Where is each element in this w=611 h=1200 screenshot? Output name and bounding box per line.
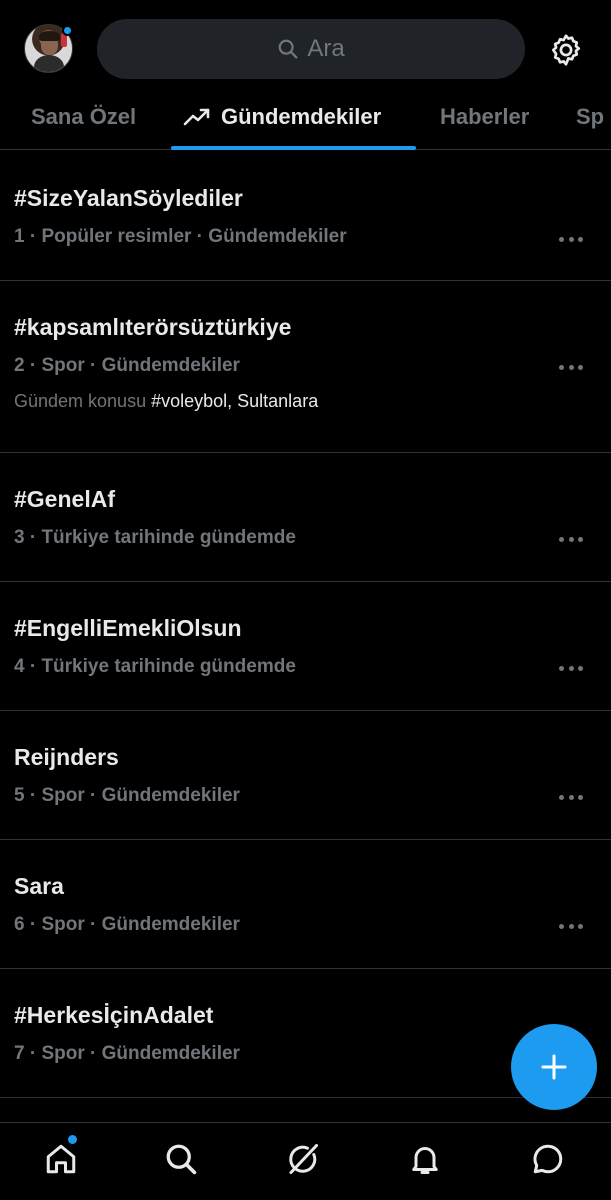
trend-item[interactable]: Sara 6 · Spor · Gündemdekiler [0,840,611,969]
trend-title: #GenelAf [14,486,115,512]
home-icon[interactable] [43,1141,79,1177]
trend-context-topics: #voleybol, Sultanlara [151,391,319,411]
more-horizontal-icon[interactable] [559,922,583,930]
home-notification-dot [68,1135,77,1144]
trend-item[interactable]: Reijnders 5 · Spor · Gündemdekiler [0,711,611,840]
compose-button[interactable] [511,1024,597,1110]
tab-sports[interactable]: Sp [576,104,604,130]
trend-context-prefix: Gündem konusu [14,391,152,411]
search-placeholder: Ara [307,35,345,62]
trend-meta: 1 · Popüler resimler · Gündemdekiler [14,226,347,247]
trend-meta: 6 · Spor · Gündemdekiler [14,914,240,935]
grok-icon[interactable] [285,1141,321,1177]
more-horizontal-icon[interactable] [559,535,583,543]
tab-bar: Sana Özel Gündemdekiler Haberler Sp [0,100,611,150]
gear-icon[interactable] [548,32,584,68]
trend-meta: 5 · Spor · Gündemdekiler [14,785,240,806]
tab-label: Gündemdekiler [221,104,382,129]
tab-trending[interactable]: Gündemdekiler [183,104,381,130]
trend-title: #kapsamlıterörsüztürkiye [14,314,292,340]
trending-up-icon [183,108,210,126]
trend-title: #EngelliEmekliOlsun [14,615,242,641]
avatar-notification-dot [62,25,73,36]
trend-item[interactable]: #SizeYalanSöylediler 1 · Popüler resimle… [0,151,611,281]
trend-title: #SizeYalanSöylediler [14,185,243,211]
messages-icon[interactable] [530,1141,566,1177]
more-horizontal-icon[interactable] [559,363,583,371]
trend-item[interactable]: #GenelAf 3 · Türkiye tarihinde gündemde [0,453,611,582]
search-icon[interactable] [163,1141,199,1177]
trend-title: Sara [14,873,64,899]
tab-label: Haberler [440,104,530,129]
tab-label: Sp [576,104,605,129]
trend-context: Gündem konusu #voleybol, Sultanlara [14,391,597,412]
active-tab-indicator [171,146,416,150]
trend-meta: 4 · Türkiye tarihinde gündemde [14,656,296,677]
trend-item[interactable]: #kapsamlıterörsüztürkiye 2 · Spor · Günd… [0,281,611,453]
tab-for-you[interactable]: Sana Özel [31,104,136,130]
trend-item[interactable]: #EngelliEmekliOlsun 4 · Türkiye tarihind… [0,582,611,711]
plus-icon [541,1054,567,1080]
bell-icon[interactable] [407,1141,443,1177]
tab-label: Sana Özel [31,104,137,129]
trend-list: #SizeYalanSöylediler 1 · Popüler resimle… [0,151,611,1098]
more-horizontal-icon[interactable] [559,235,583,243]
search-icon [278,39,298,59]
trend-meta: 2 · Spor · Gündemdekiler [14,355,240,376]
top-bar: Ara [0,0,611,100]
more-horizontal-icon[interactable] [559,664,583,672]
trend-meta: 7 · Spor · Gündemdekiler [14,1043,240,1064]
bottom-nav [0,1122,611,1200]
trend-meta: 3 · Türkiye tarihinde gündemde [14,527,296,548]
tab-news[interactable]: Haberler [440,104,529,130]
more-horizontal-icon[interactable] [559,793,583,801]
trend-title: #HerkesİçinAdalet [14,1002,214,1028]
trend-title: Reijnders [14,744,119,770]
search-bar[interactable]: Ara [97,19,525,79]
